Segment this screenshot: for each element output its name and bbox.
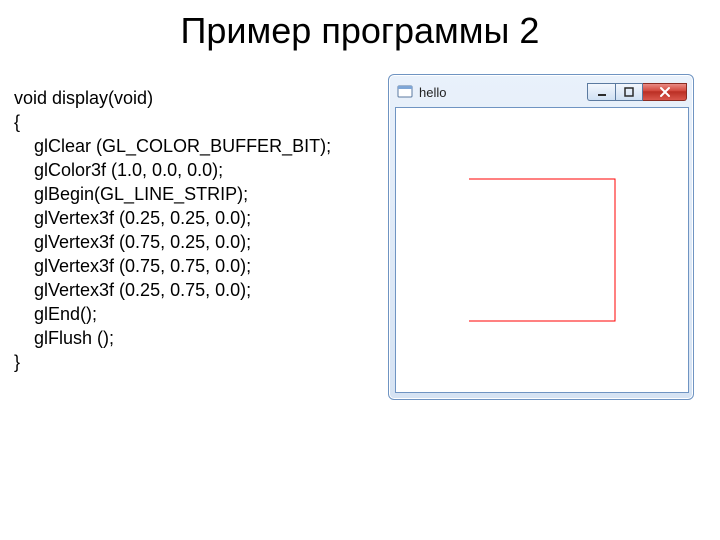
minimize-button[interactable] bbox=[587, 83, 615, 101]
close-icon bbox=[659, 86, 671, 98]
maximize-button[interactable] bbox=[615, 83, 643, 101]
minimize-icon bbox=[597, 87, 607, 97]
client-area bbox=[395, 107, 689, 393]
window-title: hello bbox=[419, 85, 587, 100]
gl-output bbox=[396, 108, 688, 392]
app-window: hello bbox=[388, 74, 694, 400]
app-icon bbox=[397, 84, 413, 100]
close-button[interactable] bbox=[643, 83, 687, 101]
maximize-icon bbox=[624, 87, 634, 97]
slide: Пример программы 2 void display(void) { … bbox=[0, 0, 720, 540]
slide-title: Пример программы 2 bbox=[0, 10, 720, 52]
code-block: void display(void) { glClear (GL_COLOR_B… bbox=[14, 86, 331, 374]
titlebar[interactable]: hello bbox=[395, 81, 687, 107]
window-buttons bbox=[587, 83, 687, 101]
